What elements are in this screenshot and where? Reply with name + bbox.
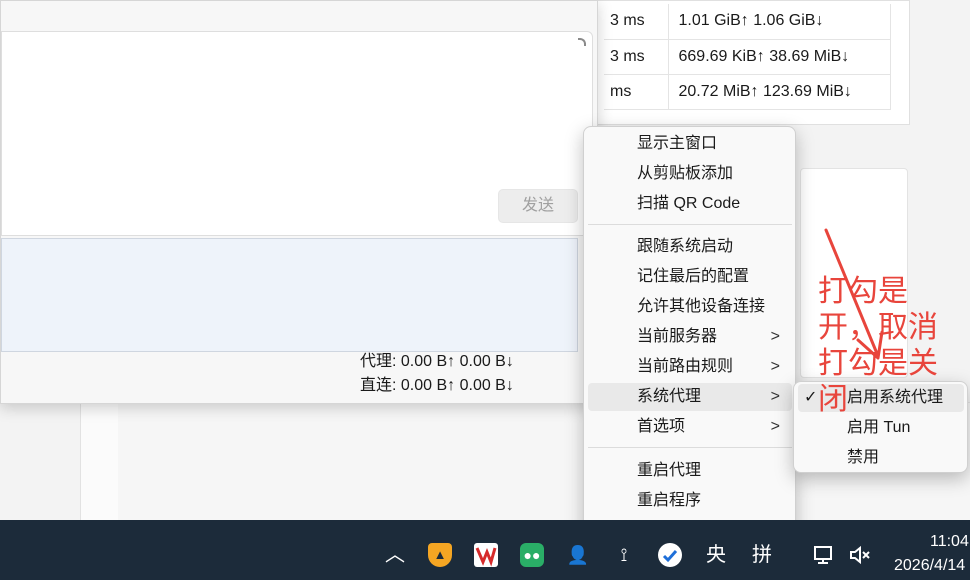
menu-item-label: 当前路由规则 <box>637 358 734 375</box>
menu-item-system-proxy[interactable]: 系统代理 > <box>588 383 792 411</box>
menu-separator <box>588 224 792 225</box>
menu-item-label: 记住最后的配置 <box>637 268 750 285</box>
log-area <box>1 238 578 352</box>
menu-item-add-from-clipboard[interactable]: 从剪贴板添加 <box>588 160 792 188</box>
menu-item-scan-qr-code[interactable]: 扫描 QR Code <box>588 190 792 218</box>
chevron-up-icon[interactable]: ︿ <box>383 543 407 567</box>
network-icon[interactable] <box>812 543 836 567</box>
submenu-item-label: 启用 Tun <box>847 419 911 436</box>
clock-date[interactable]: 2026/4/14 <box>894 557 965 575</box>
menu-item-label: 首选项 <box>637 418 686 435</box>
direct-speed-text: 直连: 0.00 B↑ 0.00 B↓ <box>360 377 514 394</box>
app-icon[interactable] <box>658 543 682 567</box>
main-window: 发送 代理: 0.00 B↑ 0.00 B↓ 直连: 0.00 B↑ 0.00 … <box>0 0 598 404</box>
traffic-cell: 669.69 KiB↑ 38.69 MiB↓ <box>668 39 891 75</box>
proxy-speed-text: 代理: 0.00 B↑ 0.00 B↓ <box>360 353 514 370</box>
chevron-right-icon: > <box>770 388 780 405</box>
submenu-item-enable-tun[interactable]: 启用 Tun <box>798 414 964 442</box>
tray-context-menu: 显示主窗口 从剪贴板添加 扫描 QR Code 跟随系统启动 记住最后的配置 允… <box>583 126 796 546</box>
latency-cell: 3 ms <box>604 4 669 40</box>
menu-item-label: 重启程序 <box>637 492 702 509</box>
menu-item-label: 显示主窗口 <box>637 135 718 152</box>
checkmark-icon: ✓ <box>804 389 818 406</box>
table-row: 3 ms 1.01 GiB↑ 1.06 GiB↓ <box>604 4 891 40</box>
connection-stats-table: 3 ms 1.01 GiB↑ 1.06 GiB↓ 3 ms 669.69 KiB… <box>604 4 891 110</box>
app-icon[interactable]: ⟟ <box>612 543 636 567</box>
menu-item-label: 重启代理 <box>637 462 702 479</box>
menu-item-preferences[interactable]: 首选项 > <box>588 413 792 441</box>
chevron-right-icon: > <box>770 358 780 375</box>
table-row: ms 20.72 MiB↑ 123.69 MiB↓ <box>604 74 891 110</box>
menu-item-routing-rules[interactable]: 当前路由规则 > <box>588 353 792 381</box>
ime-icon[interactable]: 央 <box>704 543 728 567</box>
menu-item-restart-proxy[interactable]: 重启代理 <box>588 457 792 485</box>
background-sidebar-strip <box>80 400 120 520</box>
annotation-text: 打勾是开，取消打勾是关闭 <box>818 274 938 417</box>
clock-time[interactable]: 11:04 <box>930 533 969 551</box>
vector-app-icon[interactable] <box>474 543 498 567</box>
latency-cell: 3 ms <box>604 39 669 75</box>
menu-item-remember-config[interactable]: 记住最后的配置 <box>588 263 792 291</box>
menu-separator <box>588 447 792 448</box>
traffic-cell: 20.72 MiB↑ 123.69 MiB↓ <box>668 74 891 110</box>
chevron-right-icon: > <box>770 328 780 345</box>
volume-muted-icon[interactable] <box>848 543 872 567</box>
submenu-item-label: 禁用 <box>847 449 880 466</box>
traffic-cell: 1.01 GiB↑ 1.06 GiB↓ <box>668 4 891 40</box>
send-button[interactable]: 发送 <box>498 189 578 223</box>
menu-item-autostart[interactable]: 跟随系统启动 <box>588 233 792 261</box>
menu-item-label: 当前服务器 <box>637 328 718 345</box>
menu-item-label: 允许其他设备连接 <box>637 298 766 315</box>
table-row: 3 ms 669.69 KiB↑ 38.69 MiB↓ <box>604 39 891 75</box>
wechat-icon[interactable]: ●● <box>520 543 544 567</box>
menu-item-label: 从剪贴板添加 <box>637 165 734 182</box>
menu-item-label: 系统代理 <box>637 388 702 405</box>
resize-grip-icon[interactable] <box>578 38 586 46</box>
menu-item-restart-app[interactable]: 重启程序 <box>588 487 792 515</box>
ime-mode-icon[interactable]: 拼 <box>750 543 774 567</box>
menu-item-show-main-window[interactable]: 显示主窗口 <box>588 130 792 158</box>
latency-cell: ms <box>604 74 669 110</box>
menu-item-label: 跟随系统启动 <box>637 238 734 255</box>
shield-app-icon[interactable]: ▲ <box>428 543 452 567</box>
chevron-right-icon: > <box>770 418 780 435</box>
menu-item-current-server[interactable]: 当前服务器 > <box>588 323 792 351</box>
menu-item-allow-lan[interactable]: 允许其他设备连接 <box>588 293 792 321</box>
network-user-icon[interactable]: 👤 <box>566 543 590 567</box>
menu-item-label: 扫描 QR Code <box>637 195 741 212</box>
submenu-item-disable[interactable]: 禁用 <box>798 444 964 472</box>
